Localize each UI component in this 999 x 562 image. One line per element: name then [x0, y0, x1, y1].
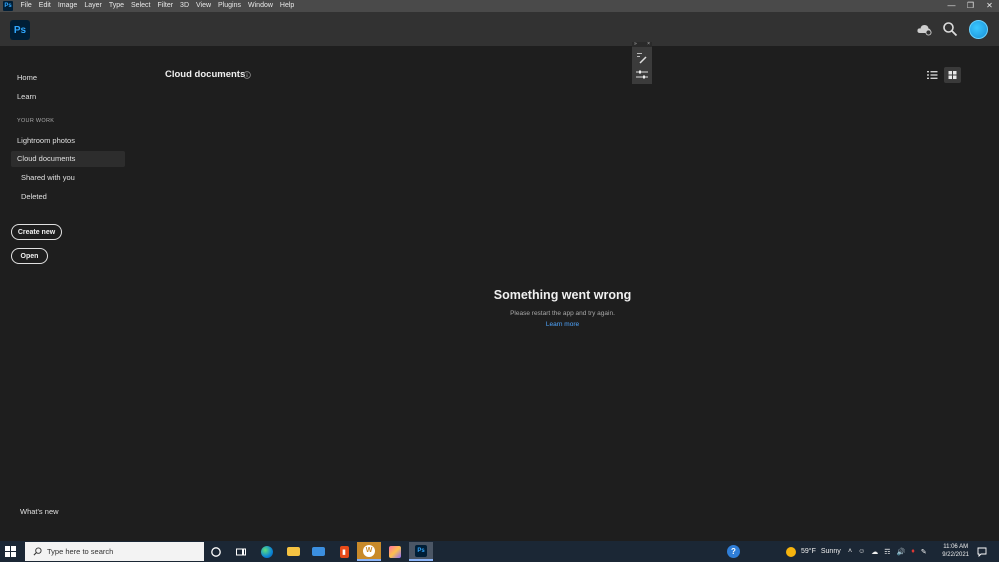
sidebar-item-lightroom-photos[interactable]: Lightroom photos — [11, 133, 125, 149]
menu-bar: Ps File Edit Image Layer Type Select Fil… — [0, 0, 999, 12]
taskbar-search-box[interactable]: Type here to search — [25, 542, 204, 561]
panel-tools — [636, 53, 648, 79]
menu-3d[interactable]: 3D — [177, 0, 193, 12]
grid-view-icon — [948, 71, 957, 79]
photos-icon[interactable] — [383, 542, 407, 561]
error-title: Something went wrong — [493, 288, 632, 302]
cortana-icon[interactable] — [204, 542, 228, 561]
edge-icon[interactable] — [255, 542, 279, 561]
menu-window[interactable]: Window — [245, 0, 277, 12]
weather-widget[interactable]: 59°F Sunny — [786, 541, 841, 562]
restore-icon[interactable]: ❐ — [961, 0, 980, 12]
list-view-icon[interactable] — [925, 68, 939, 82]
menu-layer[interactable]: Layer — [81, 0, 106, 12]
ps-logo[interactable]: Ps — [10, 20, 30, 40]
close-icon[interactable]: ✕ — [980, 0, 999, 12]
page-title: Cloud documents — [165, 69, 246, 80]
weather-condition: Sunny — [820, 548, 841, 555]
menu-plugins[interactable]: Plugins — [215, 0, 245, 12]
home-header: Ps — [0, 12, 999, 46]
photoshop-taskbar-icon[interactable]: Ps — [409, 542, 433, 561]
network-icon[interactable]: ☶ — [884, 548, 890, 556]
taskbar-search-placeholder: Type here to search — [47, 547, 114, 556]
floating-tool-panel[interactable]: » × — [632, 42, 652, 84]
menu-image[interactable]: Image — [54, 0, 80, 12]
chevron-up-icon[interactable]: ˄ — [848, 548, 852, 555]
people-icon[interactable]: ☺ — [858, 548, 865, 555]
cloud-sync-icon[interactable] — [916, 21, 932, 37]
task-view-icon[interactable] — [229, 542, 253, 561]
weather-temp: 59°F — [801, 548, 816, 555]
help-icon[interactable]: ? — [727, 541, 740, 562]
adjust-tool-icon — [636, 70, 648, 79]
sidebar-item-cloud-documents[interactable]: Cloud documents — [11, 151, 125, 167]
notifications-icon[interactable] — [977, 541, 987, 562]
system-tray: ˄ ☺ ☁ ☶ 🔊 ♦ ✎ — [848, 541, 927, 562]
menu-edit[interactable]: Edit — [35, 0, 54, 12]
windows-taskbar: Type here to search ▮ W Ps ? 59°F Sunny … — [0, 541, 999, 562]
pen-icon[interactable]: ✎ — [921, 548, 927, 556]
sidebar-item-home[interactable]: Home — [11, 70, 125, 86]
file-explorer-icon[interactable] — [281, 542, 305, 561]
error-message: Please restart the app and try again. — [510, 310, 615, 317]
section-label-your-work: YOUR WORK — [17, 118, 55, 124]
sun-icon — [786, 546, 796, 557]
create-new-button[interactable]: Create new — [11, 224, 62, 240]
mail-icon[interactable] — [306, 542, 330, 561]
clock-time: 11:06 AM — [943, 544, 969, 550]
onedrive-icon[interactable]: ☁ — [871, 548, 878, 556]
minimize-icon[interactable]: — — [942, 0, 961, 12]
sidebar-item-deleted[interactable]: Deleted — [11, 189, 125, 205]
learn-more-link[interactable]: Learn more — [0, 321, 999, 328]
app-w-icon[interactable]: W — [357, 542, 381, 561]
open-button[interactable]: Open — [11, 248, 48, 264]
grid-view-button[interactable] — [944, 67, 961, 83]
windows-start-icon[interactable] — [5, 546, 16, 557]
photoshop-window: Ps File Edit Image Layer Type Select Fil… — [0, 0, 999, 562]
menu-help[interactable]: Help — [276, 0, 297, 12]
menu-select[interactable]: Select — [128, 0, 154, 12]
avatar[interactable] — [969, 20, 988, 39]
menu-file[interactable]: File — [17, 0, 35, 12]
system-clock[interactable]: 11:06 AM 9/22/2021 — [942, 543, 969, 559]
ps-app-icon[interactable]: Ps — [3, 1, 13, 11]
sidebar-item-shared-with-you[interactable]: Shared with you — [11, 170, 125, 186]
security-icon[interactable]: ♦ — [911, 548, 915, 555]
search-icon[interactable] — [942, 21, 958, 37]
brush-tool-icon — [637, 53, 647, 64]
menu-view[interactable]: View — [193, 0, 215, 12]
sidebar-item-learn[interactable]: Learn — [11, 89, 125, 105]
volume-icon[interactable]: 🔊 — [897, 548, 906, 556]
search-icon — [33, 547, 42, 556]
clock-date: 9/22/2021 — [942, 552, 969, 558]
whats-new-link[interactable]: What's new — [20, 507, 59, 516]
info-icon[interactable] — [243, 71, 251, 79]
office-icon[interactable]: ▮ — [332, 542, 356, 561]
menu-filter[interactable]: Filter — [154, 0, 177, 12]
menu-type[interactable]: Type — [105, 0, 127, 12]
